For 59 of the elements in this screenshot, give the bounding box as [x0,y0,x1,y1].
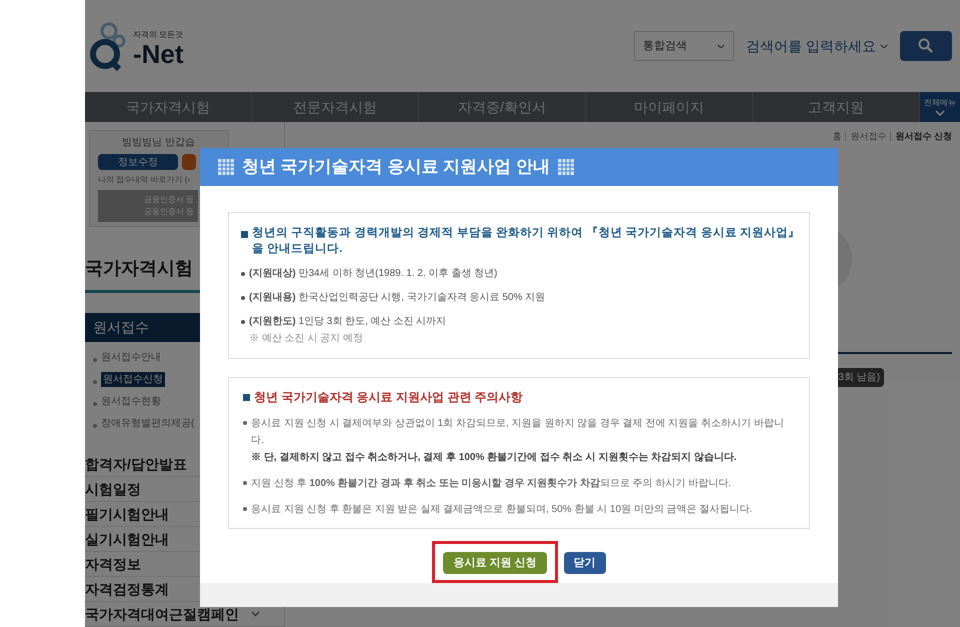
caution-note: ※ 단, 결제하지 않고 접수 취소하거나, 결제 후 100% 환불기간에 접수 취소 시 지원횟수는 차감되지 않습니다. [251,451,738,465]
sidebar-menu-item[interactable]: 필기시험안내 [85,504,169,524]
all-menu-button[interactable]: 전체메뉴 [920,92,960,122]
intro-text: 청년의 구직활동과 경력개발의 경제적 부담을 완화하기 위하여 『청년 국가기술자격 응시료 지원사업』을 안내드립니다. [252,226,801,257]
caution-item-text: 지원 신청 후 100% 환불기간 경과 후 취소 또는 미응시할 경우 지원횟수가 차감되므로 주의 하시기 바랍니다. [251,477,732,491]
square-bullet-icon [241,231,248,238]
caution-item-text: 응시료 지원 신청 후 환불은 지원 받은 실제 결제금액으로 환불되며, 50% 환불 시 10원 미만의 금액은 절사됩니다. [251,503,752,517]
bullet-icon [243,507,247,511]
bullet-icon [241,296,245,300]
submenu-item[interactable]: 원서접수현황 [101,394,161,408]
square-bullet-icon [243,394,250,401]
modal-title: 청년 국가기술자격 응시료 지원사업 안내 [242,156,550,178]
logo-text: -Net [133,41,184,67]
breadcrumb-item[interactable]: 홈 [832,130,842,144]
chevron-down-icon [935,110,945,116]
bullet-icon [93,424,97,428]
section-title: 국가자격시험 [85,258,193,278]
edit-info-button[interactable]: 정보수정 [98,154,178,170]
chevron-down-icon [251,611,260,617]
search-button[interactable] [900,31,952,61]
chevron-down-icon [717,44,726,48]
logo-tagline: 자격의 모든것 [133,29,184,41]
search-scope-select[interactable]: 통합검색 [634,31,734,61]
sidebar-menu-item[interactable]: 자격정보 [85,554,141,574]
logo[interactable]: 자격의 모든것 -Net [89,21,184,71]
info-item-text: (지원내용) 한국산업인력공단 시행, 국가기술자격 응시료 50% 지원 [249,291,546,305]
logout-button[interactable] [182,154,196,170]
sidebar-menu-item[interactable]: 실기시험안내 [85,528,169,550]
breadcrumb-item[interactable]: 원서접수 [850,130,886,144]
bullet-icon [243,481,247,485]
nav-item[interactable]: 자격증/확인서 [419,92,586,122]
sidebar-menu-item[interactable]: 합격자/답안발표 [85,454,187,474]
nav-item[interactable]: 국가자격시험 [85,92,252,122]
submenu-item[interactable]: 원서접수안내 [101,350,161,364]
bullet-icon [93,358,97,362]
bullet-icon [93,380,97,384]
bullet-icon [241,272,245,276]
submenu-item[interactable]: 원서접수신청 [101,372,165,386]
grid-icon [218,159,234,175]
sidebar-menu-item[interactable]: 시험일정 [85,478,141,500]
submenu-item[interactable]: 장애유형별편의제공( [101,416,194,430]
grid-icon [558,159,574,175]
nav-item[interactable]: 전문자격시험 [252,92,419,122]
receipt-link[interactable]: 나의 접수내역 바로가기 (› [98,174,198,186]
sidebar-menu-item[interactable]: 자격검정통계 [85,578,169,600]
close-button[interactable]: 닫기 [564,552,606,574]
bullet-icon [241,320,245,324]
bullet-icon [93,402,97,406]
search-field[interactable]: 검색어를 입력하세요 [738,31,896,61]
caution-title: 청년 국가기술자격 응시료 지원사업 관련 주의사항 [254,389,523,406]
apply-button[interactable]: 응시료 지원 신청 [443,552,547,574]
breadcrumb-item: 원서접수 신청 [895,130,952,143]
nav-item[interactable]: 마이페이지 [586,92,753,122]
info-item-text: (지원대상) 만34세 이하 청년(1989. 1. 2. 이후 출생 청년) [249,267,498,281]
chevron-down-icon [880,44,888,48]
greeting-text: 빔빔빔님 반갑습 [121,136,196,150]
search-icon [918,38,934,54]
caution-item-text: 응시료 지원 신청 시 결제여부와 상관없이 1회 차감되므로, 지원을 원하지 않을 경우 결제 전에 지원을 취소하시기 바랍니다. [251,417,785,448]
bullet-icon [243,421,247,425]
